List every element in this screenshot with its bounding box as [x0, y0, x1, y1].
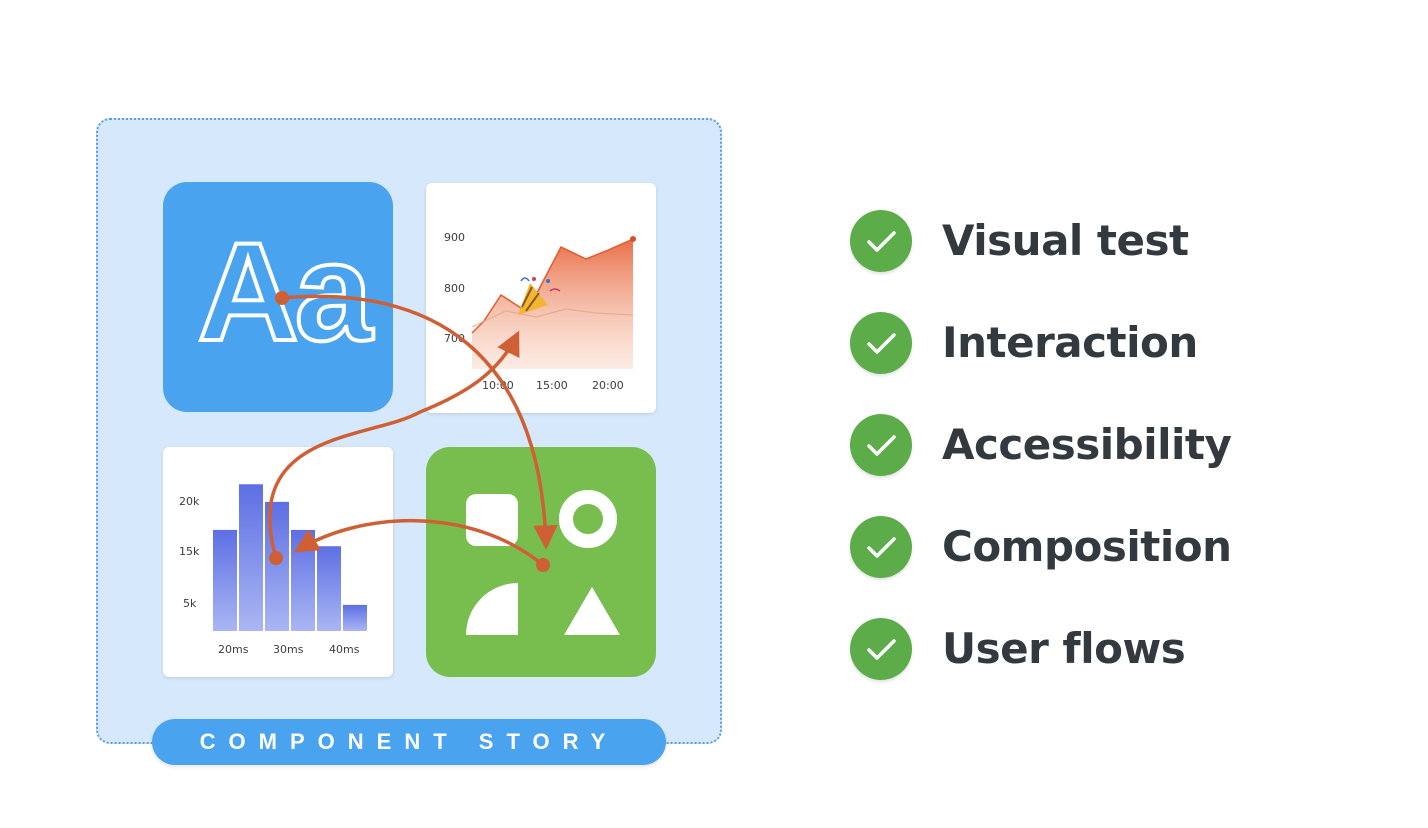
- typography-tile: Aa: [163, 182, 393, 412]
- histogram-tile: 20k 15k 5k 20ms 30ms 40ms: [163, 447, 393, 677]
- hist-x-tick: 20ms: [218, 643, 249, 656]
- check-icon: [850, 516, 912, 578]
- checklist-label: Visual test: [942, 216, 1189, 265]
- area-y-tick: 700: [444, 332, 465, 345]
- hist-x-tick: 40ms: [329, 643, 360, 656]
- check-icon: [850, 210, 912, 272]
- checklist-label: User flows: [942, 624, 1186, 673]
- area-series: [472, 239, 633, 369]
- area-x-tick: 10:00: [482, 379, 514, 392]
- check-icon: [850, 414, 912, 476]
- area-chart: 900 800 700 10:00 15:00 20:00: [444, 231, 636, 392]
- checklist-label: Composition: [942, 522, 1232, 571]
- quarter-circle-shape: [466, 583, 518, 635]
- area-x-tick: 20:00: [592, 379, 624, 392]
- histogram-chart: 20k 15k 5k 20ms 30ms 40ms: [179, 484, 367, 656]
- area-y-tick: 800: [444, 282, 465, 295]
- hist-y-tick: 20k: [179, 495, 200, 508]
- area-endpoint: [630, 236, 636, 242]
- hist-x-tick: 30ms: [273, 643, 304, 656]
- checklist-item: Visual test: [850, 210, 1350, 272]
- typography-sample: Aa: [196, 211, 375, 372]
- triangle-shape: [564, 587, 620, 635]
- feature-checklist: Visual test Interaction Accessibility Co…: [850, 210, 1350, 720]
- ring-shape: [559, 490, 617, 548]
- area-y-tick: 900: [444, 231, 465, 244]
- histogram-bar: [343, 604, 367, 631]
- area-chart-tile: 900 800 700 10:00 15:00 20:00: [426, 183, 656, 413]
- histogram-bar: [291, 529, 315, 631]
- histogram-bar: [265, 501, 289, 631]
- hist-y-tick: 15k: [179, 545, 200, 558]
- component-story-slide: Aa 900 800 700 10:00 15:00 20:00 20k 15k…: [0, 0, 1428, 828]
- histogram-bar: [239, 484, 263, 631]
- histogram-bar: [317, 546, 341, 631]
- square-shape: [466, 494, 518, 546]
- area-x-tick: 15:00: [536, 379, 568, 392]
- check-icon: [850, 618, 912, 680]
- histogram-bar: [213, 529, 237, 631]
- check-icon: [850, 312, 912, 374]
- checklist-item: Composition: [850, 516, 1350, 578]
- shapes-tile: [426, 447, 656, 677]
- checklist-label: Interaction: [942, 318, 1198, 367]
- checklist-item: Interaction: [850, 312, 1350, 374]
- hist-y-tick: 5k: [183, 597, 197, 610]
- checklist-label: Accessibility: [942, 420, 1232, 469]
- checklist-item: Accessibility: [850, 414, 1350, 476]
- component-story-label: COMPONENT STORY: [152, 719, 666, 765]
- checklist-item: User flows: [850, 618, 1350, 680]
